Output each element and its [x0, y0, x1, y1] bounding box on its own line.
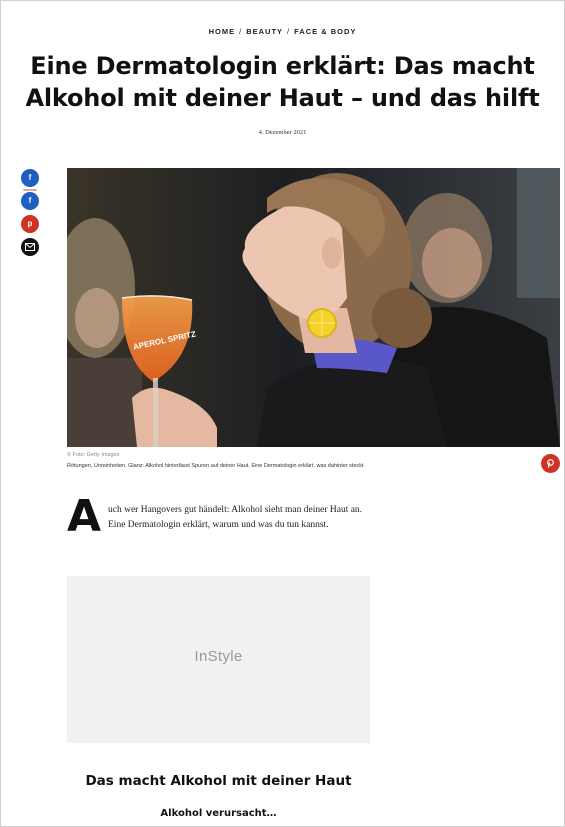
image-caption: Rötungen, Unreinheiten, Glanz: Alkohol h… — [67, 463, 364, 469]
section-heading: Das macht Alkohol mit deiner Haut — [85, 773, 352, 789]
drop-cap: A — [67, 491, 102, 542]
facebook-icon: f — [28, 196, 32, 205]
facebook-icon: f — [28, 173, 32, 182]
article-lead: uch wer Hangovers gut händelt: Alkohol s… — [108, 505, 363, 530]
facebook-share-button-secondary[interactable]: f — [21, 192, 39, 210]
pinterest-icon — [547, 459, 554, 468]
sub-heading: Alkohol verursacht… — [160, 808, 277, 819]
facebook-share-button[interactable]: f — [21, 169, 39, 191]
breadcrumb-separator: / — [239, 27, 243, 36]
pinterest-share-button[interactable]: p — [21, 215, 39, 233]
mail-icon — [25, 243, 35, 251]
publish-date: 4. Dezember 2021 — [258, 129, 307, 136]
breadcrumb-beauty[interactable]: BEAUTY — [246, 27, 283, 36]
share-divider — [23, 189, 37, 191]
pin-image-button[interactable] — [541, 454, 560, 473]
hero-image: APEROL SPRITZ — [67, 168, 560, 447]
instyle-logo: InStyle — [194, 648, 243, 665]
breadcrumb-separator: / — [287, 27, 291, 36]
breadcrumb-home[interactable]: HOME — [209, 27, 236, 36]
ad-placeholder: InStyle — [67, 576, 370, 743]
mail-share-button[interactable] — [21, 238, 39, 256]
share-rail: f f p — [21, 169, 41, 261]
image-credit: © Foto: Getty Images — [67, 452, 120, 458]
breadcrumb-face-body[interactable]: FACE & BODY — [294, 27, 356, 36]
hero-photo-illustration: APEROL SPRITZ — [67, 168, 560, 447]
pinterest-icon: p — [27, 219, 33, 228]
breadcrumb: HOME / BEAUTY / FACE & BODY — [0, 27, 565, 36]
page-title: Eine Dermatologin erklärt: Das macht Alk… — [25, 52, 540, 112]
